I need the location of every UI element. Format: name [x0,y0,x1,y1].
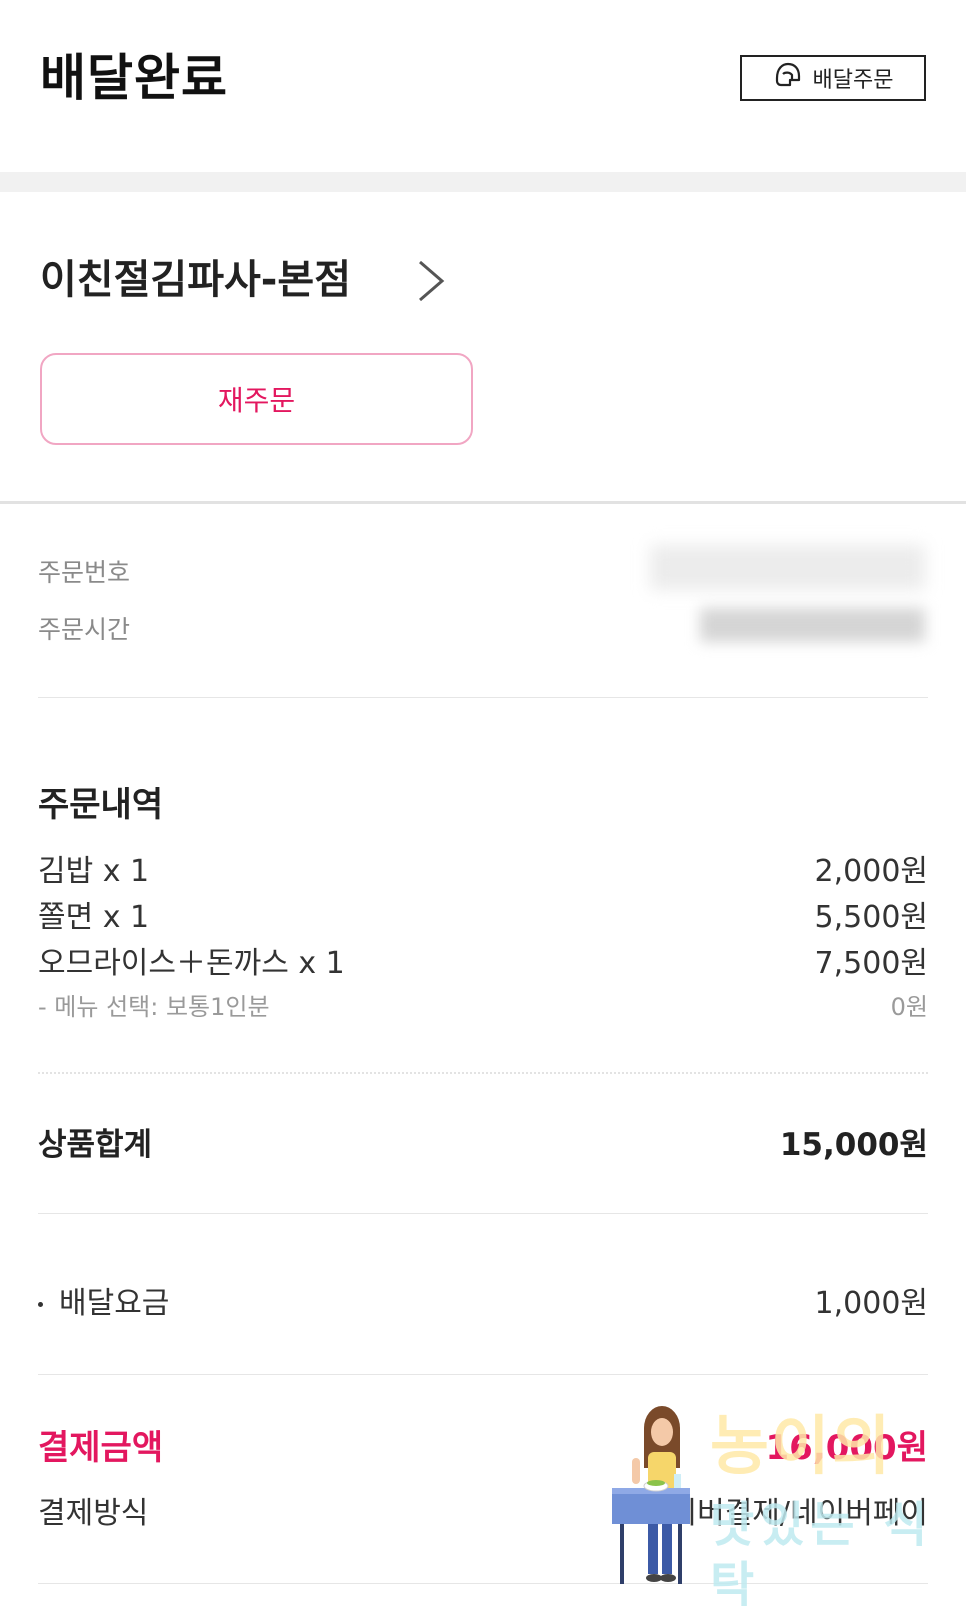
order-number-label: 주문번호 [38,558,131,587]
watermark-text: 맛있는 식탁 [710,1497,934,1613]
payment-total-label: 결제금액 [38,1428,164,1468]
order-time-label: 주문시간 [38,615,131,644]
item-price: 2,000원 [814,854,928,889]
chevron-right-icon[interactable] [412,258,452,304]
option-price: 0원 [890,993,928,1021]
order-details-heading: 주문내역 [38,785,164,825]
delivery-fee-label: 배달요금 [59,1286,170,1321]
subtotal-label: 상품합계 [38,1127,153,1163]
item-name: 오므라이스＋돈까스 x 1 [38,946,345,981]
delivery-order-label: 배달주문 [812,68,894,93]
divider [38,697,928,698]
watermark-figure-icon [612,1400,722,1590]
delivery-fee-row: 배달요금 1,000원 [38,1282,928,1326]
list-item: 오므라이스＋돈까스 x 1 7,500원 [38,942,928,986]
divider [38,1213,928,1214]
delivery-order-button[interactable]: 배달주문 [740,55,926,101]
order-number-value-redacted [650,545,925,590]
item-price: 5,500원 [814,900,928,935]
subtotal-value: 15,000원 [779,1127,928,1163]
option-name: - 메뉴 선택: 보통1인분 [38,993,270,1021]
reorder-button[interactable]: 재주문 [40,353,473,445]
item-option: - 메뉴 선택: 보통1인분 0원 [38,990,928,1024]
page-title: 배달완료 [40,49,228,107]
helmet-icon [773,60,803,96]
bullet-icon [38,1301,43,1307]
subtotal-row: 상품합계 15,000원 [38,1122,928,1168]
item-price: 7,500원 [814,946,928,981]
item-name: 쫄면 x 1 [38,900,150,935]
payment-method-label: 결제방식 [38,1496,149,1531]
divider [0,501,966,504]
store-name[interactable]: 이친절김파사-본점 [40,250,351,310]
delivery-fee-value: 1,000원 [814,1286,928,1321]
divider [38,1374,928,1375]
dotted-divider [38,1072,928,1074]
order-time-value-redacted [700,608,925,642]
item-name: 김밥 x 1 [38,854,150,889]
section-gap [0,172,966,192]
list-item: 김밥 x 1 2,000원 [38,850,928,894]
list-item: 쫄면 x 1 5,500원 [38,896,928,940]
watermark-text: 농이의 [710,1410,893,1484]
